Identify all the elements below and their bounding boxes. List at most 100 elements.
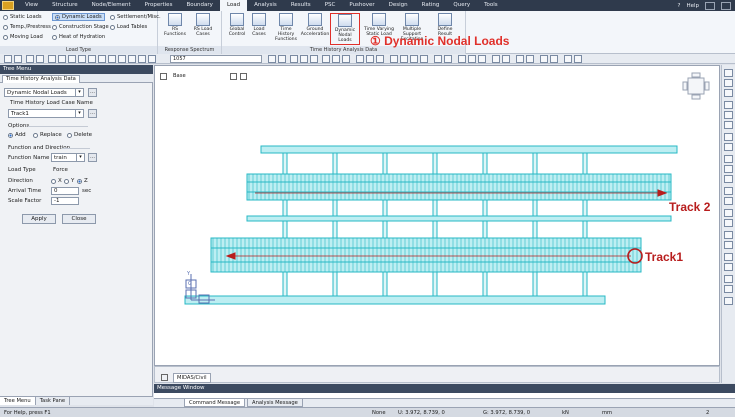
close-button[interactable]: Close xyxy=(62,214,96,224)
rs-load-cases-button[interactable]: RS Load Cases xyxy=(190,13,216,45)
more-button[interactable]: … xyxy=(88,88,97,97)
radio-dynamic-loads[interactable]: Dynamic Loads xyxy=(52,13,105,21)
scale-icon[interactable] xyxy=(724,79,733,87)
tab-midas-civil[interactable]: MIDAS/Civil xyxy=(173,373,211,383)
print-icon[interactable] xyxy=(540,55,548,63)
group-icon[interactable] xyxy=(724,219,733,227)
tab-analysis-message[interactable]: Analysis Message xyxy=(247,399,303,407)
rs-functions-button[interactable]: RS Functions xyxy=(162,13,188,45)
paste-icon[interactable] xyxy=(526,55,534,63)
arrival-time-input[interactable]: 0 xyxy=(51,187,79,195)
node-number-icon[interactable] xyxy=(356,55,364,63)
query-icon[interactable] xyxy=(478,55,486,63)
select-id-input[interactable]: 1057 xyxy=(170,55,262,63)
help-menu[interactable]: Help xyxy=(686,3,699,9)
rotate-icon[interactable] xyxy=(58,55,66,63)
radio-moving-load[interactable]: Moving Load xyxy=(3,34,43,40)
menu-pushover[interactable]: Pushover xyxy=(342,0,381,11)
view-cube-icon[interactable] xyxy=(682,72,710,100)
menu-load[interactable]: Load xyxy=(219,0,248,11)
radio-temp-prestress[interactable]: Temp./Prestress xyxy=(3,24,51,30)
radio-add[interactable]: Add xyxy=(8,132,26,138)
undo-icon[interactable] xyxy=(4,55,12,63)
capture-icon[interactable] xyxy=(550,55,558,63)
function-more-button[interactable]: … xyxy=(88,153,97,162)
move-icon[interactable] xyxy=(724,69,733,77)
radio-replace[interactable]: Replace xyxy=(33,132,62,138)
select-icon[interactable] xyxy=(26,55,34,63)
pan-icon[interactable] xyxy=(48,55,56,63)
iso-view-icon[interactable] xyxy=(138,55,146,63)
shrink-icon[interactable] xyxy=(98,55,106,63)
perspective-icon[interactable] xyxy=(434,55,442,63)
menu-structure[interactable]: Structure xyxy=(45,0,85,11)
radio-dir-x[interactable]: X xyxy=(51,178,62,184)
menu-properties[interactable]: Properties xyxy=(138,0,180,11)
radio-heat-hydration[interactable]: Heat of Hydration xyxy=(52,34,105,40)
grid-icon[interactable] xyxy=(108,55,116,63)
activate-icon[interactable] xyxy=(322,55,330,63)
status-force-unit[interactable]: kN xyxy=(562,409,569,417)
th-load-cases-button[interactable]: Load Cases xyxy=(246,13,272,45)
zoom-in-icon[interactable] xyxy=(724,101,733,109)
app-logo-icon[interactable] xyxy=(2,1,14,10)
front-view-icon[interactable] xyxy=(390,55,398,63)
menu-view[interactable]: View xyxy=(18,0,45,11)
polygon-select-icon[interactable] xyxy=(300,55,308,63)
element-display-icon[interactable] xyxy=(724,165,733,173)
table-icon[interactable] xyxy=(492,55,500,63)
tab-tree-menu[interactable]: Tree Menu xyxy=(0,397,36,405)
material-icon[interactable] xyxy=(724,241,733,249)
top-view-icon[interactable] xyxy=(148,55,156,63)
zoom-out-icon[interactable] xyxy=(724,111,733,119)
menu-design[interactable]: Design xyxy=(382,0,415,11)
animation-icon[interactable] xyxy=(724,275,733,283)
fit-icon[interactable] xyxy=(68,55,76,63)
tab-command-message[interactable]: Command Message xyxy=(184,399,246,407)
display-icon[interactable] xyxy=(376,55,384,63)
function-name-dropdown[interactable]: train ▾ xyxy=(51,153,85,162)
apply-button[interactable]: Apply xyxy=(22,214,56,224)
dynamic-nodal-loads-button[interactable]: Dynamic Nodal Loads xyxy=(330,13,360,45)
status-length-unit[interactable]: mm xyxy=(602,409,612,417)
unselect-icon[interactable] xyxy=(278,55,286,63)
redo-icon[interactable] xyxy=(14,55,22,63)
ground-acceleration-button[interactable]: Ground Acceleration xyxy=(300,13,330,45)
rotate-icon[interactable] xyxy=(724,89,733,97)
bottom-view-icon[interactable] xyxy=(420,55,428,63)
tab-task-pane[interactable]: Task Pane xyxy=(36,397,71,405)
menu-node-element[interactable]: Node/Element xyxy=(85,0,138,11)
menu-psc[interactable]: PSC xyxy=(318,0,343,11)
text-icon[interactable] xyxy=(502,55,510,63)
mode-dropdown[interactable]: Dynamic Nodal Loads ▾ xyxy=(4,88,84,97)
load-display-icon[interactable] xyxy=(724,197,733,205)
menu-rating[interactable]: Rating xyxy=(415,0,447,11)
orbit-icon[interactable] xyxy=(724,143,733,151)
color-icon[interactable] xyxy=(564,55,572,63)
menu-analysis[interactable]: Analysis xyxy=(247,0,284,11)
element-icon[interactable] xyxy=(128,55,136,63)
tab-time-history-data[interactable]: Time History Analysis Data xyxy=(2,75,80,83)
zoom-icon[interactable] xyxy=(36,55,44,63)
zoom-fit-icon[interactable] xyxy=(724,121,733,129)
layer-icon[interactable] xyxy=(724,209,733,217)
menu-query[interactable]: Query xyxy=(446,0,477,11)
radio-dir-y[interactable]: Y xyxy=(64,178,74,184)
radio-static-loads[interactable]: Static Loads xyxy=(3,14,42,20)
snap-icon[interactable] xyxy=(458,55,466,63)
radio-settlement[interactable]: Settlement/Misc. xyxy=(110,14,161,20)
light-icon[interactable] xyxy=(574,55,582,63)
radio-construction-stage[interactable]: Construction Stage xyxy=(52,24,109,30)
radio-dir-z[interactable]: Z xyxy=(77,178,88,184)
th-functions-button[interactable]: Time History Functions xyxy=(272,13,300,45)
menu-results[interactable]: Results xyxy=(284,0,318,11)
radio-load-tables[interactable]: Load Tables xyxy=(110,24,147,30)
node-icon[interactable] xyxy=(118,55,126,63)
select-all-icon[interactable] xyxy=(268,55,276,63)
legend-icon[interactable] xyxy=(724,285,733,293)
section-icon[interactable] xyxy=(724,231,733,239)
window-select-icon[interactable] xyxy=(290,55,298,63)
radio-delete[interactable]: Delete xyxy=(67,132,92,138)
model-view[interactable]: Base Track 2 Track1 Y G xyxy=(154,65,720,366)
contour-icon[interactable] xyxy=(724,263,733,271)
